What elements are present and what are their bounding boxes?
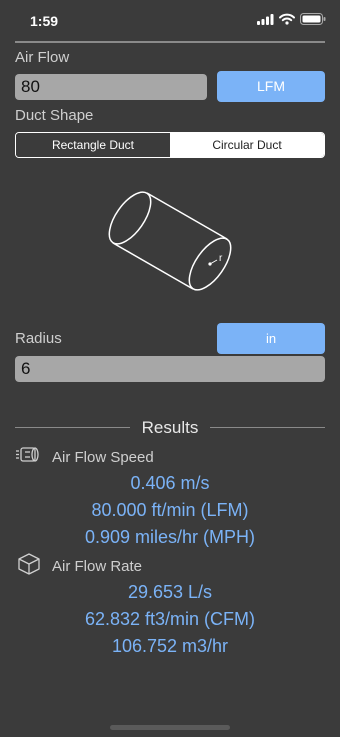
airflow-speed-section: Air Flow Speed (16, 444, 154, 471)
speed-result-fpm: 80.000 ft/min (LFM) (91, 500, 249, 520)
status-icons (257, 12, 326, 30)
results-title: Results (141, 418, 199, 437)
speed-result-ms: 0.406 m/s (130, 473, 210, 493)
airflow-speed-title: Air Flow Speed (52, 449, 154, 466)
battery-icon (300, 12, 326, 30)
airflow-rate-title: Air Flow Rate (52, 558, 143, 575)
radius-unit-button[interactable]: in (217, 323, 325, 354)
radius-label: Radius (15, 330, 62, 347)
rate-result-ls: 29.653 L/s (127, 582, 213, 602)
top-divider (15, 41, 325, 43)
duct-speed-icon (16, 444, 42, 471)
segment-rectangle-duct[interactable]: Rectangle Duct (16, 133, 170, 157)
segment-circular-duct[interactable]: Circular Duct (170, 133, 324, 157)
results-divider-right (210, 427, 325, 428)
duct-shape-label: Duct Shape (15, 107, 94, 124)
home-indicator[interactable] (110, 725, 230, 730)
rate-result-cfm: 62.832 ft3/min (CFM) (84, 609, 256, 629)
wifi-icon (279, 12, 295, 30)
radius-marker-label: r (219, 253, 223, 264)
status-time: 1:59 (30, 13, 59, 29)
signal-icon (257, 12, 274, 30)
duct-shape-selector: Rectangle Duct Circular Duct (15, 132, 325, 158)
circular-duct-illustration: r (100, 180, 240, 305)
airflow-label: Air Flow (15, 49, 70, 66)
airflow-rate-section: Air Flow Rate (16, 552, 142, 581)
speed-result-mph: 0.909 miles/hr (MPH) (84, 527, 256, 547)
rate-result-m3hr: 106.752 m3/hr (111, 636, 229, 656)
radius-input[interactable]: 6 (15, 356, 325, 382)
results-header: Results (0, 418, 340, 438)
airflow-unit-button[interactable]: LFM (217, 71, 325, 102)
airflow-input[interactable]: 80 (15, 74, 207, 100)
status-bar: 1:59 (0, 0, 340, 40)
cube-icon (16, 552, 42, 581)
